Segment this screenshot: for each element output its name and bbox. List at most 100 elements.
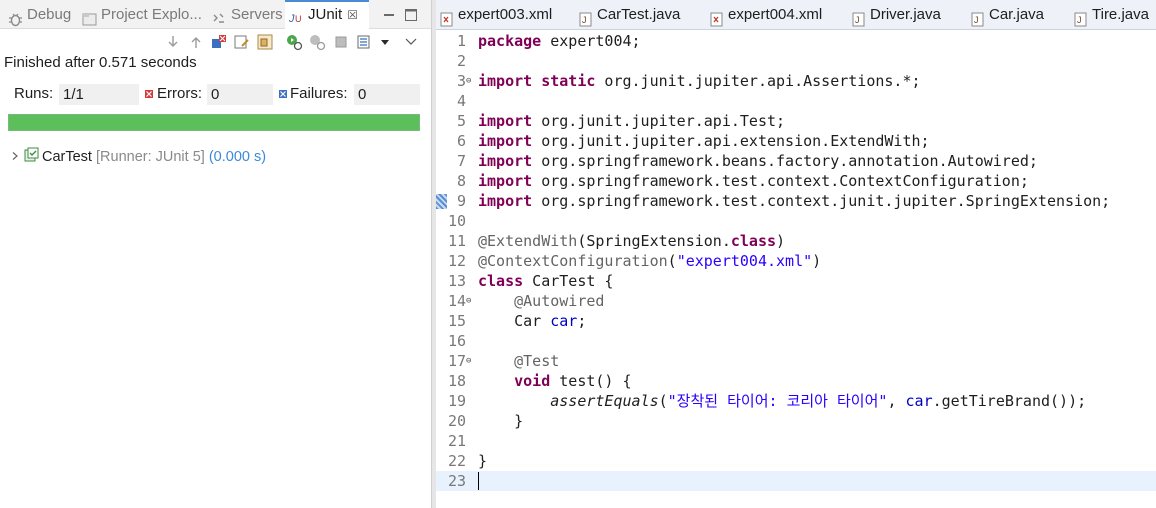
line-number: 12 [447, 252, 466, 270]
xml-file-icon [440, 8, 454, 27]
editor-tab-expert004-xml[interactable]: expert004.xml [710, 0, 822, 29]
svg-text:J: J [582, 15, 587, 25]
junit-icon: JU [288, 8, 304, 25]
maximize-button[interactable] [400, 4, 420, 24]
test-tree: CarTest [Runner: JUnit 5] (0.000 s) [10, 147, 266, 167]
code-line: 3 ⊖ import static org.junit.jupiter.api.As… [436, 71, 1156, 91]
view-menu-icon[interactable] [402, 33, 420, 51]
line-number: 19 [447, 392, 466, 410]
test-history-icon[interactable] [256, 33, 274, 51]
code-line: 11 @ExtendWith(SpringExtension.class) [436, 231, 1156, 251]
java-file-icon: J [1074, 8, 1088, 27]
java-file-icon: J [852, 8, 866, 27]
scroll-lock-icon[interactable] [233, 33, 251, 51]
runs-value: 1/1 [59, 84, 139, 105]
code-line: 17 ⊖ @Test [436, 351, 1156, 371]
runs-label: Runs: [14, 85, 54, 102]
errors-value: 0 [207, 84, 273, 105]
errors-icon [145, 85, 153, 102]
line-number: 18 [447, 372, 466, 390]
failures-icon [279, 85, 287, 102]
line-number: 22 [447, 452, 466, 470]
editor-tab-driver-java[interactable]: J Driver.java [852, 0, 941, 29]
junit-toolbar [160, 31, 431, 53]
fold-expanded-icon[interactable]: ⊖ [466, 291, 476, 311]
stop-icon[interactable] [332, 33, 350, 51]
line-number: 11 [447, 232, 466, 250]
chevron-down-icon[interactable] [376, 33, 394, 51]
line-number: 6 [456, 132, 466, 150]
maximize-icon [405, 9, 417, 21]
java-file-icon: J [971, 8, 985, 27]
tree-item-label: CarTest [42, 148, 92, 165]
line-number: 2 [456, 52, 466, 70]
expand-chevron-icon[interactable] [10, 150, 24, 164]
show-failures-only-icon[interactable] [210, 33, 228, 51]
code-line: 16 [436, 331, 1156, 351]
code-line: 4 [436, 91, 1156, 111]
line-number: 21 [447, 432, 466, 450]
code-line: 9 import org.springframework.test.context… [436, 191, 1156, 211]
fold-expanded-icon[interactable]: ⊖ [466, 71, 476, 91]
errors-label: Errors: [157, 85, 202, 102]
code-editor: expert003.xml J CarTest.java expert004.xm… [436, 0, 1156, 508]
code-line: 1 package expert004; [436, 31, 1156, 51]
svg-text:J: J [974, 15, 979, 25]
previous-failure-icon[interactable] [187, 33, 205, 51]
code-line: 6 import org.junit.jupiter.api.extension.… [436, 131, 1156, 151]
editor-tab-cartest-java[interactable]: J CarTest.java [579, 0, 680, 29]
code-line: 8 import org.springframework.test.context… [436, 171, 1156, 191]
line-number: 15 [447, 312, 466, 330]
line-number: 23 [447, 472, 466, 490]
editor-tab-car-java[interactable]: J Car.java [971, 0, 1044, 29]
editor-tab-expert003-xml[interactable]: expert003.xml [440, 0, 552, 29]
test-progress-fill [9, 115, 419, 130]
line-number: 16 [447, 332, 466, 350]
java-file-icon: J [579, 8, 593, 27]
code-line: 22} [436, 451, 1156, 471]
code-line: 21 [436, 431, 1156, 451]
test-suite-icon [24, 147, 42, 167]
tab-debug[interactable]: Debug [8, 0, 71, 29]
line-number: 3 [456, 72, 466, 90]
code-line: 15 Car car; [436, 311, 1156, 331]
text-caret [478, 472, 479, 490]
editor-tab-bar: expert003.xml J CarTest.java expert004.xm… [436, 0, 1156, 30]
code-line: 7 import org.springframework.beans.factor… [436, 151, 1156, 171]
test-status-text: Finished after 0.571 seconds [4, 54, 197, 71]
code-line: 2 [436, 51, 1156, 71]
next-failure-icon[interactable] [164, 33, 182, 51]
tree-item-cartest[interactable]: CarTest [Runner: JUnit 5] (0.000 s) [10, 147, 266, 167]
line-number: 17 [447, 352, 466, 370]
tab-project-explorer[interactable]: Project Explo... [82, 0, 202, 29]
tab-servers[interactable]: Servers [212, 0, 283, 29]
svg-text:U: U [295, 14, 302, 24]
layout-menu-icon[interactable] [356, 33, 374, 51]
test-progress-bar [8, 114, 420, 131]
line-number: 14 [447, 292, 466, 310]
line-number: 1 [456, 32, 466, 50]
fold-expanded-icon[interactable]: ⊖ [466, 351, 476, 371]
code-line: 20 } [436, 411, 1156, 431]
code-line: 19 assertEquals("장착된 타이어: 코리아 타이어", car.… [436, 391, 1156, 411]
line-number: 5 [456, 112, 466, 130]
code-line: 18 void test() { [436, 371, 1156, 391]
test-duration: (0.000 s) [208, 148, 267, 165]
code-area[interactable]: 1 package expert004; 2 3 ⊖ import static or… [436, 31, 1156, 508]
editor-tab-tire-java[interactable]: J Tire.java [1074, 0, 1149, 29]
close-tab-icon[interactable]: ☒ [347, 8, 358, 22]
code-line: 10 [436, 211, 1156, 231]
debug-icon [8, 8, 23, 26]
tab-junit[interactable]: JU JUnit ☒ [285, 0, 369, 29]
current-code-line: 23 [436, 471, 1156, 491]
minimize-button[interactable] [378, 4, 398, 24]
line-number: 4 [456, 92, 466, 110]
failures-label: Failures: [290, 85, 348, 102]
rerun-test-icon[interactable] [285, 33, 303, 51]
code-line: 5 import org.junit.jupiter.api.Test; [436, 111, 1156, 131]
line-number: 8 [456, 172, 466, 190]
code-line: 14 ⊖ @Autowired [436, 291, 1156, 311]
minimize-icon [384, 14, 394, 16]
rerun-failed-first-icon[interactable] [308, 33, 326, 51]
svg-text:J: J [855, 15, 860, 25]
